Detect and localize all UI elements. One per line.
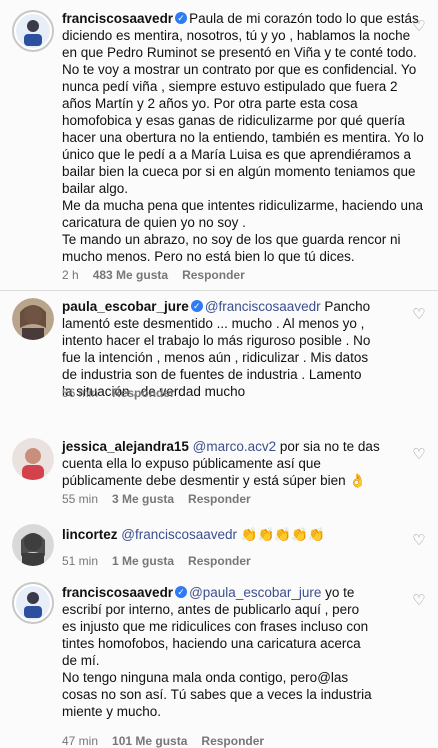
comment-line: años Martín y 2 años yo. Por otra parte … <box>62 96 358 111</box>
comment-line: bailar bien la cueca por si en algún mom… <box>62 164 416 179</box>
comment-time: 51 min <box>62 554 99 568</box>
comment-line: miente y mucho. <box>62 704 162 719</box>
comment-line: en que Pedro Ruminot se presentó en Viña… <box>62 45 417 60</box>
comment-line: por sia no te das <box>279 439 380 454</box>
like-heart-icon[interactable]: ♡ <box>412 19 426 34</box>
mention-link[interactable]: @marco.acv2 <box>193 439 276 454</box>
comment-time: 56 min <box>62 386 99 400</box>
comment-line: caricatura de quien yo no soy . <box>62 215 246 230</box>
verified-badge-icon: ✓ <box>175 586 188 599</box>
likes-count[interactable]: 101 Me gusta <box>112 734 187 748</box>
comment-line: escribí por interno, antes de publicarlo… <box>62 602 360 617</box>
like-heart-icon[interactable]: ♡ <box>412 307 426 322</box>
divider <box>0 290 438 291</box>
comment-meta: 51 min 1 Me gusta Responder <box>62 554 265 568</box>
comment-line: Paula de mi corazón todo lo que estás <box>189 11 419 26</box>
comment-line: Pancho <box>324 299 371 314</box>
comment-time: 55 min <box>62 492 99 506</box>
comment-line: homofobica y esas ganas de ridiculizarme… <box>62 113 405 128</box>
comment-line: intento hacer el trabajo lo más riguroso… <box>62 333 371 348</box>
verified-badge-icon: ✓ <box>190 300 203 313</box>
comment-text: jessica_alejandra15 @marco.acv2 por sia … <box>62 438 380 489</box>
avatar[interactable] <box>12 582 54 624</box>
likes-count[interactable]: 483 Me gusta <box>93 268 168 282</box>
like-heart-icon[interactable]: ♡ <box>412 533 426 548</box>
comment-line: único que le pedí a a María Luisa es que… <box>62 147 411 162</box>
comment-line: públicamente debe desmentir y está súper… <box>62 473 367 488</box>
comment-time: 47 min <box>62 734 99 748</box>
comment-line: tintes homofobos, haciendo una caricatur… <box>62 636 361 651</box>
reply-button[interactable]: Responder <box>188 554 251 568</box>
comment-time: 2 h <box>62 268 79 282</box>
comment-line: nunca pedí viña , siempre estuvo estipul… <box>62 79 398 94</box>
comment-line: No te voy a mostrar un contrato por que … <box>62 62 417 77</box>
reply-button[interactable]: Responder <box>188 492 251 506</box>
comment-text: franciscosaavedr ✓ Paula de mi corazón tod… <box>62 10 424 265</box>
comment-line: bailar algo. <box>62 181 129 196</box>
comment-line: de mí. <box>62 653 100 668</box>
comment-username[interactable]: paula_escobar_jure <box>62 299 189 314</box>
comment-line: yo te <box>325 585 355 600</box>
comment-line: 👏👏👏👏👏 <box>240 527 325 542</box>
comment-line: Te mando un abrazo, no soy de los que gu… <box>62 232 401 247</box>
comment-username[interactable]: franciscosaavedr <box>62 11 173 26</box>
comment-username[interactable]: lincortez <box>62 527 118 542</box>
comment-line: diciendo es mentira, nosotros, tú y yo ,… <box>62 28 411 43</box>
comment-line: es injusto que me ridiculices con frases… <box>62 619 369 634</box>
avatar[interactable] <box>12 10 54 52</box>
comment-line: de industria son de fuentes de industria… <box>62 367 362 382</box>
avatar[interactable] <box>12 524 54 566</box>
reply-button[interactable]: Responder <box>112 386 175 400</box>
likes-count[interactable]: 3 Me gusta <box>112 492 174 506</box>
comment-text: lincortez @franciscosaavedr 👏👏👏👏👏 <box>62 526 325 543</box>
mention-link[interactable]: @paula_escobar_jure <box>189 585 321 600</box>
comment-meta: 56 min Responder <box>62 386 189 400</box>
like-heart-icon[interactable]: ♡ <box>412 593 426 608</box>
comment-line: hacer una obertura no la entiendo, tambi… <box>62 130 424 145</box>
likes-count[interactable]: 1 Me gusta <box>112 554 174 568</box>
mention-link[interactable]: @franciscosaavedr <box>205 299 321 314</box>
comment-line: mucho menos. Pero no está bien lo que tú… <box>62 249 355 264</box>
comment-meta: 55 min 3 Me gusta Responder <box>62 492 265 506</box>
verified-badge-icon: ✓ <box>175 12 188 25</box>
comment-meta: 47 min 101 Me gusta Responder <box>62 734 278 748</box>
comment-text: paula_escobar_jure ✓ @franciscosaavedr Pan… <box>62 298 370 400</box>
comment-meta: 2 h 483 Me gusta Responder <box>62 268 259 282</box>
comment-line: fue la intención , menos aún , ridiculiz… <box>62 350 369 365</box>
mention-link[interactable]: @franciscosaavedr <box>121 527 237 542</box>
comment-username[interactable]: jessica_alejandra15 <box>62 439 189 454</box>
reply-button[interactable]: Responder <box>182 268 245 282</box>
comment-line: Me da mucha pena que intentes ridiculiza… <box>62 198 423 213</box>
comment-line: cosas no son así. Tú sabes que a veces l… <box>62 687 372 702</box>
comment-username[interactable]: franciscosaavedr <box>62 585 173 600</box>
avatar[interactable] <box>12 438 54 480</box>
comment-text: franciscosaavedr ✓ @paula_escobar_jure yo … <box>62 584 372 720</box>
comment-line: lamentó este desmentido ... mucho . Al m… <box>62 316 365 331</box>
comment-line: cuenta ella lo expuso públicamente así q… <box>62 456 321 471</box>
like-heart-icon[interactable]: ♡ <box>412 447 426 462</box>
comment-line: No tengo ninguna mala onda contigo, pero… <box>62 670 349 685</box>
avatar[interactable] <box>12 298 54 340</box>
reply-button[interactable]: Responder <box>201 734 264 748</box>
